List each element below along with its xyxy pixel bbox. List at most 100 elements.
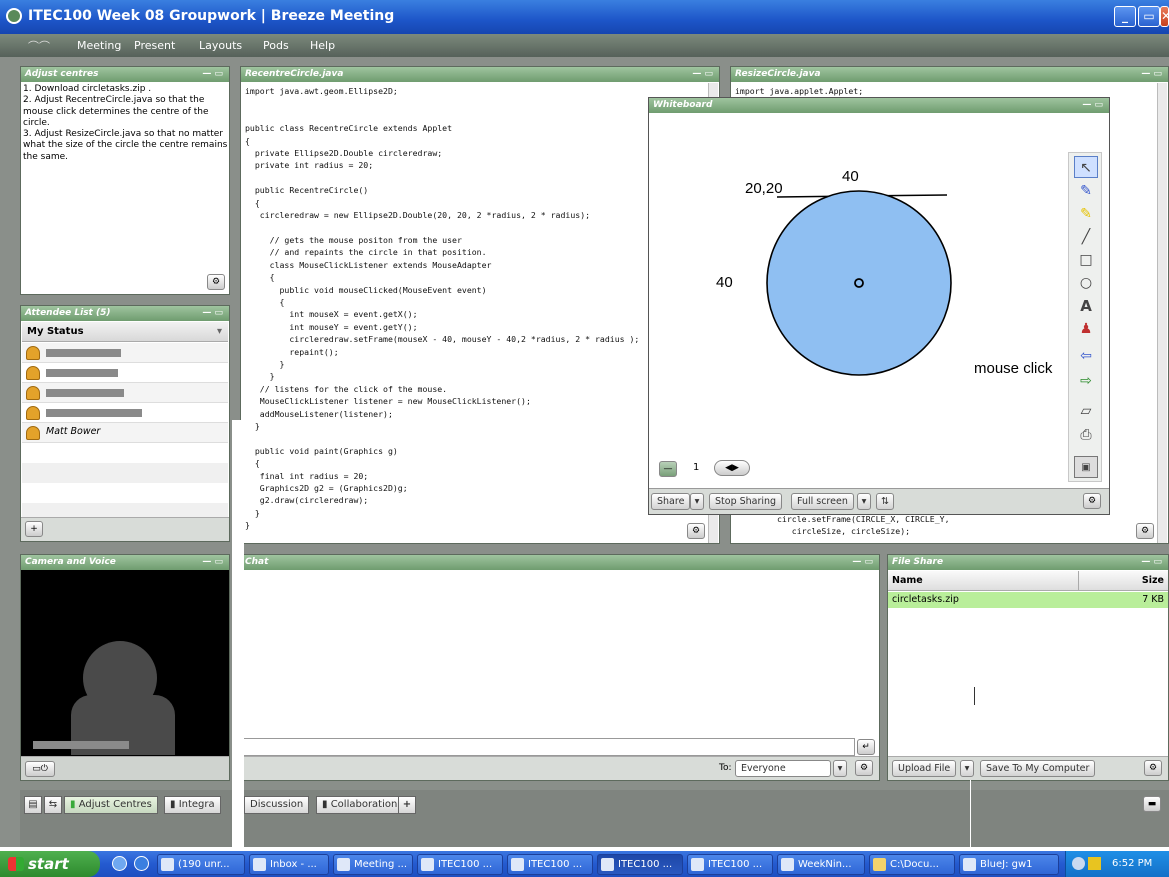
pod-minimize-icon[interactable]: — ▭ [202, 67, 223, 82]
rectangle-icon[interactable]: □ [1074, 249, 1098, 271]
page-nav-arrows-icon[interactable]: ◀▶ [714, 460, 750, 476]
pod-minimize-icon[interactable]: — ▭ [1141, 67, 1162, 82]
add-attendee-icon[interactable]: + [25, 521, 43, 537]
stamp-icon[interactable]: ♟ [1074, 318, 1098, 340]
line-icon[interactable]: ╱ [1074, 226, 1098, 248]
maximize-button[interactable]: ▭ [1138, 6, 1160, 27]
pod-options-icon[interactable]: ⚙ [1083, 493, 1101, 509]
taskbar-button[interactable]: BlueJ: gw1 [959, 854, 1059, 875]
text-icon[interactable]: A [1074, 295, 1098, 317]
screen-icon[interactable]: ▣ [1074, 456, 1098, 478]
attendee-icon [26, 366, 40, 380]
taskbar-button[interactable]: C:\Docu... [869, 854, 955, 875]
bluej-icon [963, 858, 976, 871]
pod-minimize-icon[interactable]: — ▭ [202, 555, 223, 570]
redacted-name [46, 389, 124, 397]
menu-help[interactable]: Help [310, 39, 335, 52]
size-column-header[interactable]: Size [1142, 571, 1164, 591]
attendee-icon [26, 406, 40, 420]
attendee-row[interactable] [22, 403, 228, 423]
my-status-header[interactable]: My Status ▾ [22, 322, 228, 342]
recipient-select[interactable]: Everyone [735, 760, 831, 777]
pod-minimize-icon[interactable]: — ▭ [852, 555, 873, 570]
stop-sharing-button[interactable]: Stop Sharing [709, 493, 783, 510]
sync-icon[interactable]: ⇅ [876, 493, 894, 510]
save-to-computer-button[interactable]: Save To My Computer [980, 760, 1096, 777]
chevron-down-icon[interactable]: ▾ [217, 322, 222, 342]
page-minus-button[interactable]: — [659, 461, 677, 477]
upload-file-button[interactable]: Upload File [892, 760, 957, 777]
layout-tab-adjust-centres[interactable]: ▮ Adjust Centres [64, 796, 158, 814]
send-icon[interactable]: ↵ [857, 739, 875, 755]
pod-minimize-icon[interactable]: — ▭ [202, 306, 223, 321]
taskbar-button-label: Meeting ... [354, 859, 408, 870]
close-button[interactable]: ✕ [1160, 6, 1169, 27]
taskbar-button[interactable]: ITEC100 ... [687, 854, 773, 875]
pod-minimize-icon[interactable]: — ▭ [1141, 555, 1162, 570]
share-dropdown-icon[interactable]: ▾ [690, 493, 704, 510]
attendee-row[interactable] [22, 363, 228, 383]
print-icon[interactable]: ⎙ [1074, 424, 1098, 446]
add-layout-button[interactable]: + [398, 796, 416, 814]
pod-options-icon[interactable]: ⚙ [1144, 760, 1162, 776]
camera-voice-pod: Camera and Voice — ▭ ▭⏻ [20, 554, 230, 781]
layout-tab-integra[interactable]: ▮ Integra [164, 796, 221, 814]
pod-options-icon[interactable]: ⚙ [207, 274, 225, 290]
pen-icon[interactable]: ✎ [1074, 180, 1098, 202]
windows-taskbar: start (190 unr... Inbox - ... Meeting ..… [0, 851, 1169, 877]
undo-icon[interactable]: ⇦ [1074, 345, 1098, 367]
pod-minimize-icon[interactable]: — ▭ [692, 67, 713, 82]
whiteboard-canvas[interactable]: 20,20 40 40 mouse click [649, 114, 1069, 484]
minimize-button[interactable]: _ [1114, 6, 1136, 27]
ellipse-icon[interactable]: ○ [1074, 272, 1098, 294]
layout-tab-collaboration[interactable]: ▮ Collaboration [316, 796, 404, 814]
full-screen-dropdown-icon[interactable]: ▾ [857, 493, 871, 510]
pod-minimize-icon[interactable]: — ▭ [1082, 98, 1103, 113]
menu-layouts[interactable]: Layouts [199, 39, 242, 52]
redacted-name [46, 409, 142, 417]
pod-header: Attendee List (5) — ▭ [21, 306, 229, 321]
layout-list-icon[interactable]: ▤ [24, 796, 42, 814]
attendee-row[interactable]: Matt Bower [22, 423, 228, 443]
network-icon[interactable] [1072, 857, 1085, 870]
taskbar-button[interactable]: (190 unr... [157, 854, 245, 875]
broadcast-icon[interactable]: ▭⏻ [25, 761, 55, 777]
attendee-row[interactable] [22, 383, 228, 403]
redo-icon[interactable]: ⇨ [1074, 370, 1098, 392]
full-screen-button[interactable]: Full screen [791, 493, 854, 510]
file-share-pod: File Share — ▭ Name Size circletasks.zip … [887, 554, 1169, 781]
eraser-icon[interactable]: ▱ [1074, 400, 1098, 422]
taskbar-button[interactable]: ITEC100 ... [417, 854, 503, 875]
taskbar-button[interactable]: Inbox - ... [249, 854, 329, 875]
pod-options-icon[interactable]: ⚙ [1136, 523, 1154, 539]
chevron-down-icon[interactable]: ▾ [833, 760, 847, 777]
name-column-header[interactable]: Name [892, 571, 923, 591]
attendee-row[interactable] [22, 343, 228, 363]
taskbar-button[interactable]: WeekNin... [777, 854, 865, 875]
layout-tab-discussion[interactable]: Discussion [244, 796, 310, 814]
taskbar-button-active[interactable]: ITEC100 ... [597, 854, 683, 875]
menu-pods[interactable]: Pods [263, 39, 289, 52]
quicklaunch-ie-icon[interactable] [112, 856, 127, 871]
chat-input[interactable] [243, 738, 855, 756]
file-row[interactable]: circletasks.zip 7 KB [888, 592, 1168, 608]
security-alert-icon[interactable] [1088, 857, 1101, 870]
layout-toggle-icon[interactable]: ⇆ [44, 796, 62, 814]
layout-menu-icon[interactable]: ▬ [1143, 796, 1161, 812]
menu-present[interactable]: Present [134, 39, 175, 52]
instruction-line: 1. Download circletasks.zip . [23, 84, 152, 94]
taskbar-button[interactable]: Meeting ... [333, 854, 413, 875]
pod-options-icon[interactable]: ⚙ [855, 760, 873, 776]
pod-title: Attendee List (5) [25, 308, 111, 318]
pod-options-icon[interactable]: ⚙ [687, 523, 705, 539]
instruction-line: the same. [23, 151, 68, 162]
menu-meeting[interactable]: Meeting [77, 39, 121, 52]
share-button[interactable]: Share [651, 493, 691, 510]
scrollbar[interactable] [1157, 83, 1167, 543]
pointer-icon[interactable]: ↖ [1074, 156, 1098, 178]
taskbar-button[interactable]: ITEC100 ... [507, 854, 593, 875]
highlighter-icon[interactable]: ✎ [1074, 203, 1098, 225]
outlook-icon [253, 858, 266, 871]
quicklaunch-browser-icon[interactable] [134, 856, 149, 871]
upload-dropdown-icon[interactable]: ▾ [960, 760, 974, 777]
